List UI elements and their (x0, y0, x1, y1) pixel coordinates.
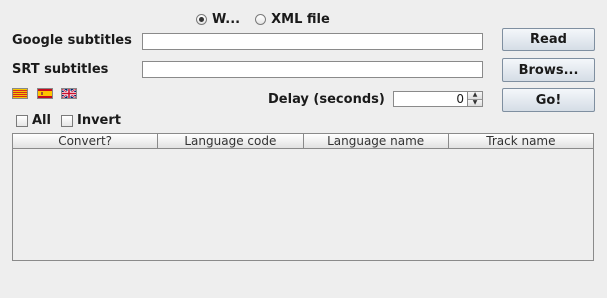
srt-subtitles-label: SRT subtitles (12, 62, 109, 77)
google-subtitles-label: Google subtitles (12, 33, 132, 48)
read-button[interactable]: Read (502, 28, 595, 51)
xml-file-radio-label[interactable]: XML file (271, 12, 330, 27)
radio-selected-dot (199, 16, 204, 22)
invert-checkbox-label[interactable]: Invert (77, 113, 121, 128)
catalan-flag-icon[interactable] (12, 88, 28, 99)
column-header-convert[interactable]: Convert? (13, 134, 159, 148)
xml-file-radio-option[interactable]: XML file (255, 12, 330, 27)
delay-value[interactable]: 0 (394, 92, 467, 106)
all-checkbox-label[interactable]: All (32, 113, 51, 128)
uk-flag-icon[interactable] (61, 88, 77, 99)
filter-checkboxes: All Invert (16, 113, 131, 128)
srt-subtitles-input[interactable] (142, 61, 483, 78)
column-header-language-code[interactable]: Language code (158, 134, 304, 148)
invert-checkbox[interactable] (60, 114, 73, 127)
delay-label: Delay (seconds) (268, 92, 385, 107)
google-subtitles-input[interactable] (142, 33, 483, 50)
spinner-down-icon[interactable]: ▼ (468, 98, 482, 106)
spanish-flag-icon[interactable] (37, 88, 53, 99)
browse-button[interactable]: Brows... (502, 58, 595, 82)
web-radio-label[interactable]: W... (212, 12, 240, 27)
source-mode-radio-group: W... XML file (196, 10, 345, 28)
table-header: Convert? Language code Language name Tra… (13, 134, 593, 149)
web-radio-button[interactable] (196, 13, 207, 25)
all-checkbox[interactable] (16, 114, 28, 127)
spanish-flag-graphic (38, 89, 52, 98)
column-header-track-name[interactable]: Track name (449, 134, 593, 148)
catalan-flag-graphic (13, 89, 27, 98)
column-header-language-name[interactable]: Language name (304, 134, 449, 148)
delay-spinner-arrows: ▲ ▼ (467, 92, 482, 106)
delay-spinner[interactable]: 0 ▲ ▼ (393, 91, 483, 107)
subtitle-tracks-table: Convert? Language code Language name Tra… (12, 133, 594, 261)
uk-flag-graphic (62, 89, 76, 98)
web-radio-option[interactable]: W... (196, 12, 240, 27)
go-button[interactable]: Go! (502, 88, 595, 112)
xml-file-radio-button[interactable] (255, 13, 267, 25)
